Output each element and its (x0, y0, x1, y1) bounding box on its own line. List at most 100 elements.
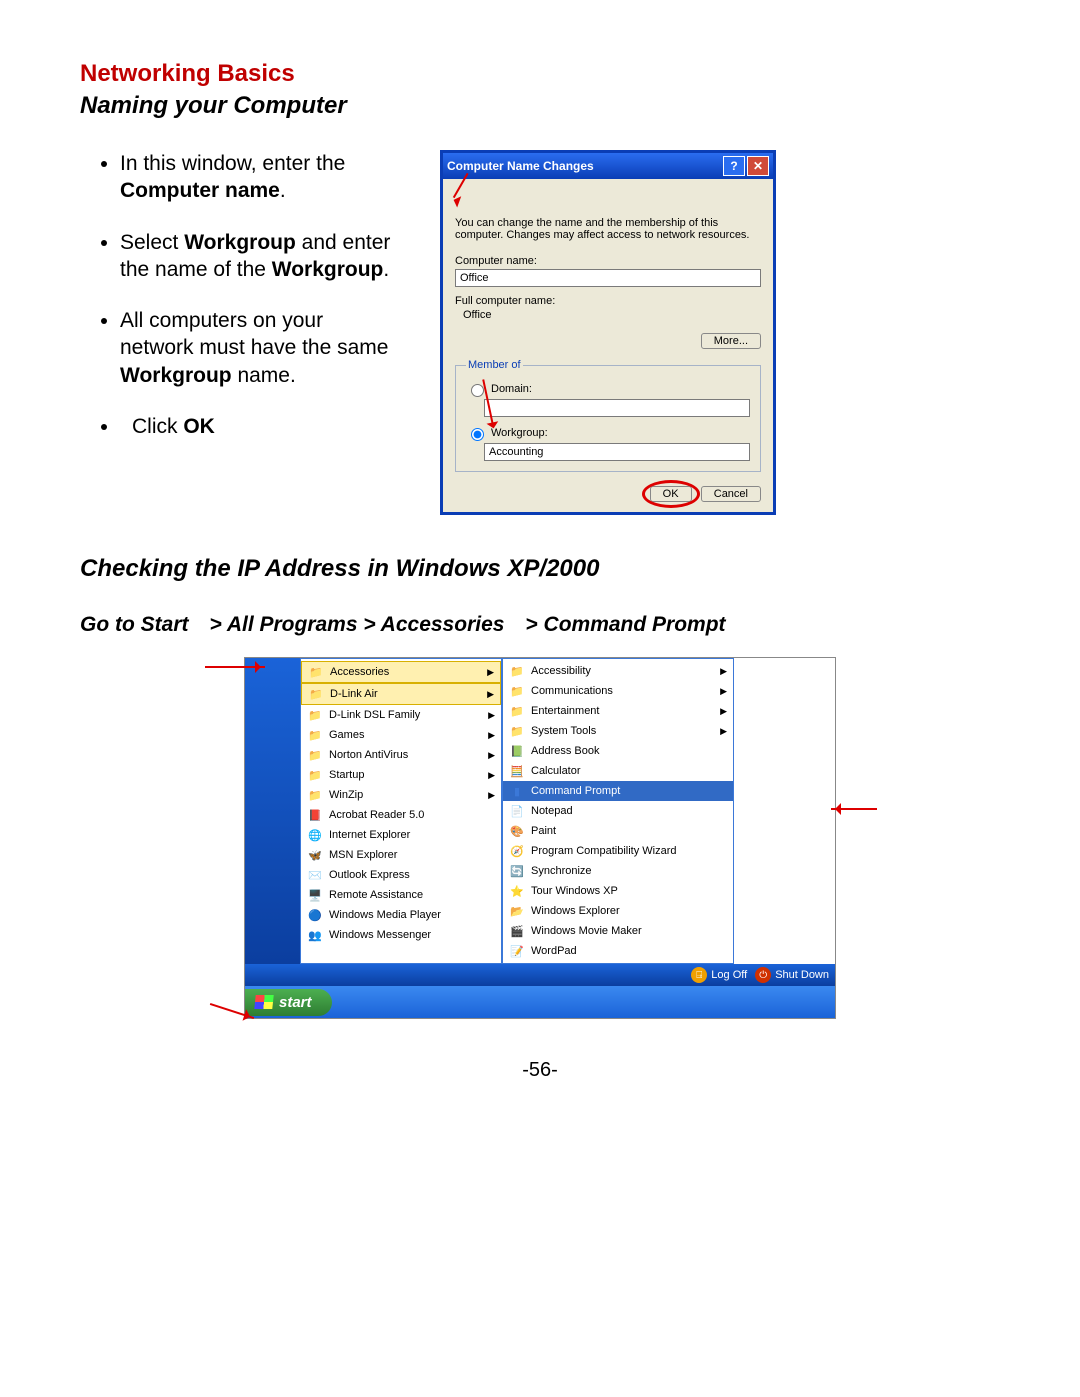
menu-item[interactable]: 📁 WinZip ▶ (301, 785, 501, 805)
ie-icon: 🌐 (307, 827, 323, 843)
domain-input[interactable] (484, 399, 750, 417)
domain-radio[interactable] (471, 384, 484, 397)
menu-item[interactable]: 📕Acrobat Reader 5.0 (301, 805, 501, 825)
menu-item[interactable]: 🔵Windows Media Player (301, 905, 501, 925)
cancel-button[interactable]: Cancel (701, 486, 761, 502)
submenu-arrow-icon: ▶ (720, 686, 727, 697)
workgroup-radio[interactable] (471, 428, 484, 441)
subsection2-title: Checking the IP Address in Windows XP/20… (80, 555, 1000, 583)
full-name-value: Office (455, 309, 761, 321)
menu-item-label: D-Link Air (330, 688, 378, 700)
folder-icon: 📁 (509, 703, 525, 719)
start-menu-screenshot: 📁Accessories▶📁D-Link Air▶📁D-Link DSL Fam… (244, 657, 836, 1019)
menu-item-label: WinZip (329, 789, 363, 801)
member-of-group: Member of Domain: Workgroup: (455, 359, 761, 472)
menu-item[interactable]: ⭐ Tour Windows XP (503, 881, 733, 901)
menu-item[interactable]: 🎬Windows Movie Maker (503, 921, 733, 941)
bullet-2: Select Workgroup and enter the name of t… (120, 229, 400, 284)
menu-item[interactable]: ✉️Outlook Express (301, 865, 501, 885)
computer-name-dialog: Computer Name Changes ? ✕ You can change… (440, 150, 776, 515)
menu-item-label: Windows Messenger (329, 929, 431, 941)
folder-icon: 📁 (307, 747, 323, 763)
submenu-arrow-icon: ▶ (488, 770, 495, 781)
submenu-arrow-icon: ▶ (488, 790, 495, 801)
menu-item[interactable]: 👥Windows Messenger (301, 925, 501, 945)
menu-item[interactable]: 📂Windows Explorer (503, 901, 733, 921)
submenu-arrow-icon: ▶ (488, 710, 495, 721)
menu-item-label: Windows Movie Maker (531, 925, 642, 937)
submenu-arrow-icon: ▶ (487, 689, 494, 700)
menu-item[interactable]: 🦋MSN Explorer (301, 845, 501, 865)
menu-item[interactable]: 🧮Calculator (503, 761, 733, 781)
start-menu-bottom: ⍈ Log Off ⏻ Shut Down (245, 964, 835, 986)
menu-item[interactable]: 📁 Games ▶ (301, 725, 501, 745)
menu-item[interactable]: 📁Accessibility▶ (503, 661, 733, 681)
menu-item[interactable]: 📁 Startup ▶ (301, 765, 501, 785)
dialog-titlebar: Computer Name Changes ? ✕ (443, 153, 773, 179)
menu-item[interactable]: 📁D-Link DSL Family▶ (301, 705, 501, 725)
folder-icon: 📁 (307, 767, 323, 783)
menu-item[interactable]: 🖥️Remote Assistance (301, 885, 501, 905)
bullet-4: Click OK (120, 413, 400, 440)
start-menu-gutter (245, 658, 300, 964)
ok-button[interactable]: OK (650, 486, 692, 502)
full-name-label: Full computer name: (455, 295, 761, 307)
menu-item[interactable]: 📁Entertainment▶ (503, 701, 733, 721)
menu-item-label: Outlook Express (329, 869, 410, 881)
menu-item-label: System Tools (531, 725, 596, 737)
submenu-arrow-icon: ▶ (720, 666, 727, 677)
submenu-arrow-icon: ▶ (487, 667, 494, 678)
subsection-title: Naming your Computer (80, 92, 1000, 120)
menu-item-label: Windows Explorer (531, 905, 620, 917)
menu-item-label: Tour Windows XP (531, 885, 618, 897)
menu-item[interactable]: 📁 D-Link Air ▶ (301, 683, 501, 705)
menu-item[interactable]: 📝WordPad (503, 941, 733, 961)
close-button[interactable]: ✕ (747, 156, 769, 176)
menu-item-label: Paint (531, 825, 556, 837)
menu-item[interactable]: 🔄 Synchronize (503, 861, 733, 881)
menu-item-label: Address Book (531, 745, 599, 757)
ok-highlight-icon: OK (650, 486, 692, 502)
folder-icon: 📁 (307, 787, 323, 803)
submenu-arrow-icon: ▶ (488, 730, 495, 741)
folder-icon: 📁 (308, 664, 324, 680)
log-off-button[interactable]: ⍈ Log Off (691, 967, 747, 983)
book-icon: 📗 (509, 743, 525, 759)
windows-flag-icon (254, 995, 273, 1009)
start-button[interactable]: start (245, 989, 332, 1016)
menu-item[interactable]: 📁System Tools▶ (503, 721, 733, 741)
shut-down-button[interactable]: ⏻ Shut Down (755, 967, 829, 983)
menu-item-label: Games (329, 729, 364, 741)
calc-icon: 🧮 (509, 763, 525, 779)
menu-item[interactable]: 🧭Program Compatibility Wizard (503, 841, 733, 861)
member-of-legend: Member of (466, 359, 523, 371)
computer-name-input[interactable] (455, 269, 761, 287)
menu-item-label: Startup (329, 769, 364, 781)
folder-icon: 📁 (307, 707, 323, 723)
sync-icon: 🔄 (509, 863, 525, 879)
more-button[interactable]: More... (701, 333, 761, 349)
folder-icon: 📁 (308, 686, 324, 702)
menu-item[interactable]: 📄Notepad (503, 801, 733, 821)
menu-item[interactable]: 📁Accessories▶ (301, 661, 501, 683)
menu-item[interactable]: 🎨Paint (503, 821, 733, 841)
tour-icon: ⭐ (509, 883, 525, 899)
annotation-arrow-icon (831, 808, 877, 810)
help-button[interactable]: ? (723, 156, 745, 176)
menu-item[interactable]: 📗 Address Book (503, 741, 733, 761)
cmd-icon: ▮ (509, 783, 525, 799)
accessories-submenu: 📁Accessibility▶📁Communications▶📁Entertai… (502, 658, 734, 964)
menu-item-label: Notepad (531, 805, 573, 817)
log-off-icon: ⍈ (691, 967, 707, 983)
workgroup-input[interactable] (484, 443, 750, 461)
submenu-arrow-icon: ▶ (720, 726, 727, 737)
menu-item[interactable]: 📁Norton AntiVirus▶ (301, 745, 501, 765)
folder-icon: 📁 (307, 727, 323, 743)
bullet-1: In this window, enter the Computer name. (120, 150, 400, 205)
app-red-icon: 📕 (307, 807, 323, 823)
menu-item[interactable]: ▮Command Prompt (503, 781, 733, 801)
menu-item-label: Synchronize (531, 865, 592, 877)
menu-item[interactable]: 🌐Internet Explorer (301, 825, 501, 845)
menu-item[interactable]: 📁Communications▶ (503, 681, 733, 701)
menu-item-label: MSN Explorer (329, 849, 397, 861)
